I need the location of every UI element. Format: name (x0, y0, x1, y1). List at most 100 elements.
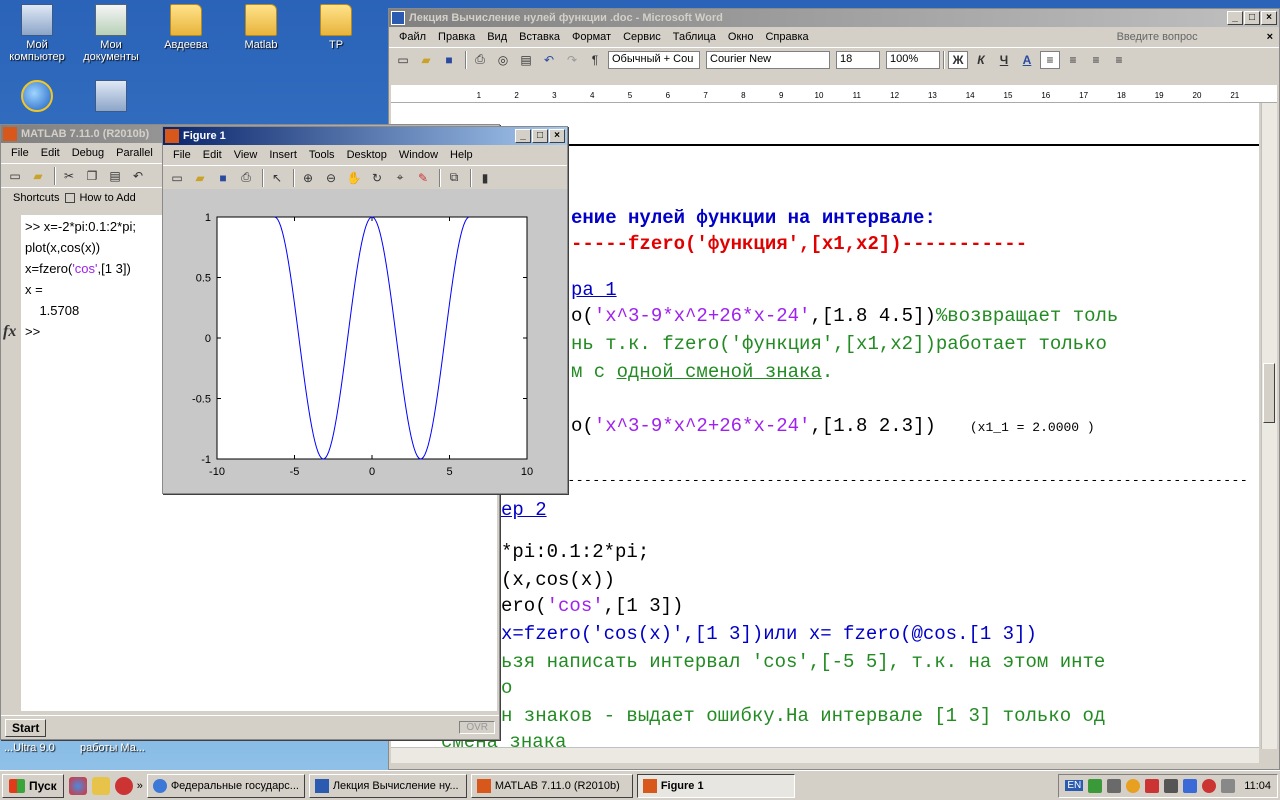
link-plot-icon[interactable]: ⧉ (444, 169, 464, 187)
italic-button[interactable]: К (971, 51, 991, 69)
save-icon[interactable]: ■ (439, 51, 459, 69)
menu-edit[interactable]: Edit (35, 147, 66, 159)
task-word[interactable]: Лекция Вычисление ну... (308, 773, 467, 798)
font-color-button[interactable]: A (1017, 51, 1037, 69)
figure-titlebar[interactable]: Figure 1 _ □ × (163, 127, 567, 145)
menu-tools[interactable]: Сервис (617, 31, 667, 43)
underline-button[interactable]: Ч (994, 51, 1014, 69)
maximize-button[interactable]: □ (1244, 11, 1260, 25)
new-file-icon[interactable]: ▭ (5, 167, 25, 185)
desktop-icon-tp[interactable]: TP (299, 4, 373, 51)
shortcuts-label[interactable]: Shortcuts (13, 192, 59, 204)
matlab-start-button[interactable]: Start (5, 718, 47, 737)
print-icon[interactable]: ⎙ (236, 169, 256, 187)
pointer-icon[interactable]: ↖ (267, 169, 287, 187)
data-cursor-icon[interactable]: ⌖ (390, 169, 410, 187)
scroll-thumb[interactable] (1263, 363, 1275, 423)
how-to-add-link[interactable]: How to Add (79, 192, 135, 204)
print-preview-icon[interactable]: ◎ (493, 51, 513, 69)
task-matlab[interactable]: MATLAB 7.11.0 (R2010b) (470, 773, 633, 798)
shortcut-icon[interactable] (65, 192, 76, 203)
tray-app-icon[interactable] (1221, 778, 1236, 793)
font-select[interactable]: Courier New (706, 50, 830, 69)
tray-volume-icon[interactable] (1164, 778, 1179, 793)
menu-view[interactable]: View (228, 149, 264, 161)
menu-file[interactable]: File (5, 147, 35, 159)
menu-table[interactable]: Таблица (667, 31, 722, 43)
style-select[interactable]: Обычный + Cou (608, 50, 700, 69)
menu-format[interactable]: Формат (566, 31, 617, 43)
menu-edit[interactable]: Edit (197, 149, 228, 161)
paste-icon[interactable]: ▤ (516, 51, 536, 69)
print-icon[interactable]: ⎙ (470, 51, 490, 69)
menu-help[interactable]: Справка (759, 31, 814, 43)
clock[interactable]: 11:04 (1244, 780, 1271, 792)
maximize-button[interactable]: □ (532, 129, 548, 143)
minimize-button[interactable]: _ (1227, 11, 1243, 25)
font-size-select[interactable]: 18 (836, 50, 880, 69)
open-folder-icon[interactable]: ▰ (190, 169, 210, 187)
menu-window[interactable]: Window (393, 149, 444, 161)
colorbar-icon[interactable]: ▮ (475, 169, 495, 187)
menu-file[interactable]: Файл (393, 31, 432, 43)
rotate-3d-icon[interactable]: ↻ (367, 169, 387, 187)
menu-view[interactable]: Вид (481, 31, 513, 43)
new-figure-icon[interactable]: ▭ (167, 169, 187, 187)
bold-button[interactable]: Ж (948, 50, 968, 69)
tray-app-icon[interactable] (1088, 778, 1103, 793)
align-left-icon[interactable]: ≡ (1040, 50, 1060, 69)
desktop-icon-avdeeva[interactable]: Авдеева (149, 4, 223, 51)
undo-icon[interactable]: ↶ (539, 51, 559, 69)
save-icon[interactable]: ■ (213, 169, 233, 187)
menu-help[interactable]: Help (444, 149, 479, 161)
desktop-icon-network[interactable] (74, 80, 148, 115)
close-button[interactable]: × (549, 129, 565, 143)
open-folder-icon[interactable]: ▰ (28, 167, 48, 185)
tray-app-icon[interactable] (1183, 778, 1198, 793)
horizontal-ruler[interactable]: 1 2 3 4 5 6 7 8 9 10 11 12 13 14 15 16 17 18 19 20 21 (391, 85, 1277, 103)
brush-icon[interactable]: ✎ (413, 169, 433, 187)
task-figure[interactable]: Figure 1 (636, 773, 795, 798)
copy-icon[interactable]: ❐ (82, 167, 102, 185)
tray-network-icon[interactable] (1107, 778, 1122, 793)
function-browser-icon[interactable]: fx (3, 323, 16, 341)
zoom-out-icon[interactable]: ⊖ (321, 169, 341, 187)
open-folder-icon[interactable]: ▰ (416, 51, 436, 69)
cos-plot[interactable]: -10 -5 0 5 10 1 0.5 0 -0.5 -1 (163, 193, 567, 493)
tray-app-icon[interactable] (1126, 778, 1141, 793)
new-document-icon[interactable]: ▭ (393, 51, 413, 69)
close-button[interactable]: × (1261, 11, 1277, 25)
chrome-icon[interactable] (68, 776, 87, 795)
desktop-icon-matlab[interactable]: Matlab (224, 4, 298, 51)
paragraph-marks-icon[interactable]: ¶ (585, 51, 605, 69)
tray-app-icon[interactable] (1202, 778, 1217, 793)
menu-desktop[interactable]: Desktop (341, 149, 393, 161)
desktop-icon-internet-explorer[interactable] (0, 80, 74, 115)
desktop-icon-my-documents[interactable]: Мои документы (74, 4, 148, 63)
opera-icon[interactable] (114, 776, 133, 795)
pan-icon[interactable]: ✋ (344, 169, 364, 187)
menu-parallel[interactable]: Parallel (110, 147, 159, 159)
quicklaunch-more-icon[interactable]: » (137, 780, 143, 792)
task-browser[interactable]: Федеральные государс... (146, 773, 305, 798)
language-indicator[interactable]: EN (1065, 780, 1084, 791)
menu-window[interactable]: Окно (722, 31, 760, 43)
paste-icon[interactable]: ▤ (105, 167, 125, 185)
word-titlebar[interactable]: Лекция Вычисление нулей функции .doc - M… (389, 9, 1279, 27)
justify-icon[interactable]: ≡ (1109, 51, 1129, 69)
vertical-scrollbar[interactable] (1261, 103, 1277, 749)
menu-debug[interactable]: Debug (66, 147, 110, 159)
undo-icon[interactable]: ↶ (128, 167, 148, 185)
desktop-icon-my-computer[interactable]: Мой компьютер (0, 4, 74, 63)
align-right-icon[interactable]: ≡ (1086, 51, 1106, 69)
menu-insert[interactable]: Insert (263, 149, 303, 161)
menu-edit[interactable]: Правка (432, 31, 481, 43)
horizontal-scrollbar[interactable] (391, 747, 1259, 763)
quicklaunch-icon[interactable] (91, 776, 110, 795)
minimize-button[interactable]: _ (515, 129, 531, 143)
cut-icon[interactable]: ✂ (59, 167, 79, 185)
tray-antivirus-icon[interactable] (1145, 778, 1160, 793)
menu-tools[interactable]: Tools (303, 149, 341, 161)
menu-insert[interactable]: Вставка (513, 31, 566, 43)
close-doc-icon[interactable]: × (1261, 31, 1279, 43)
